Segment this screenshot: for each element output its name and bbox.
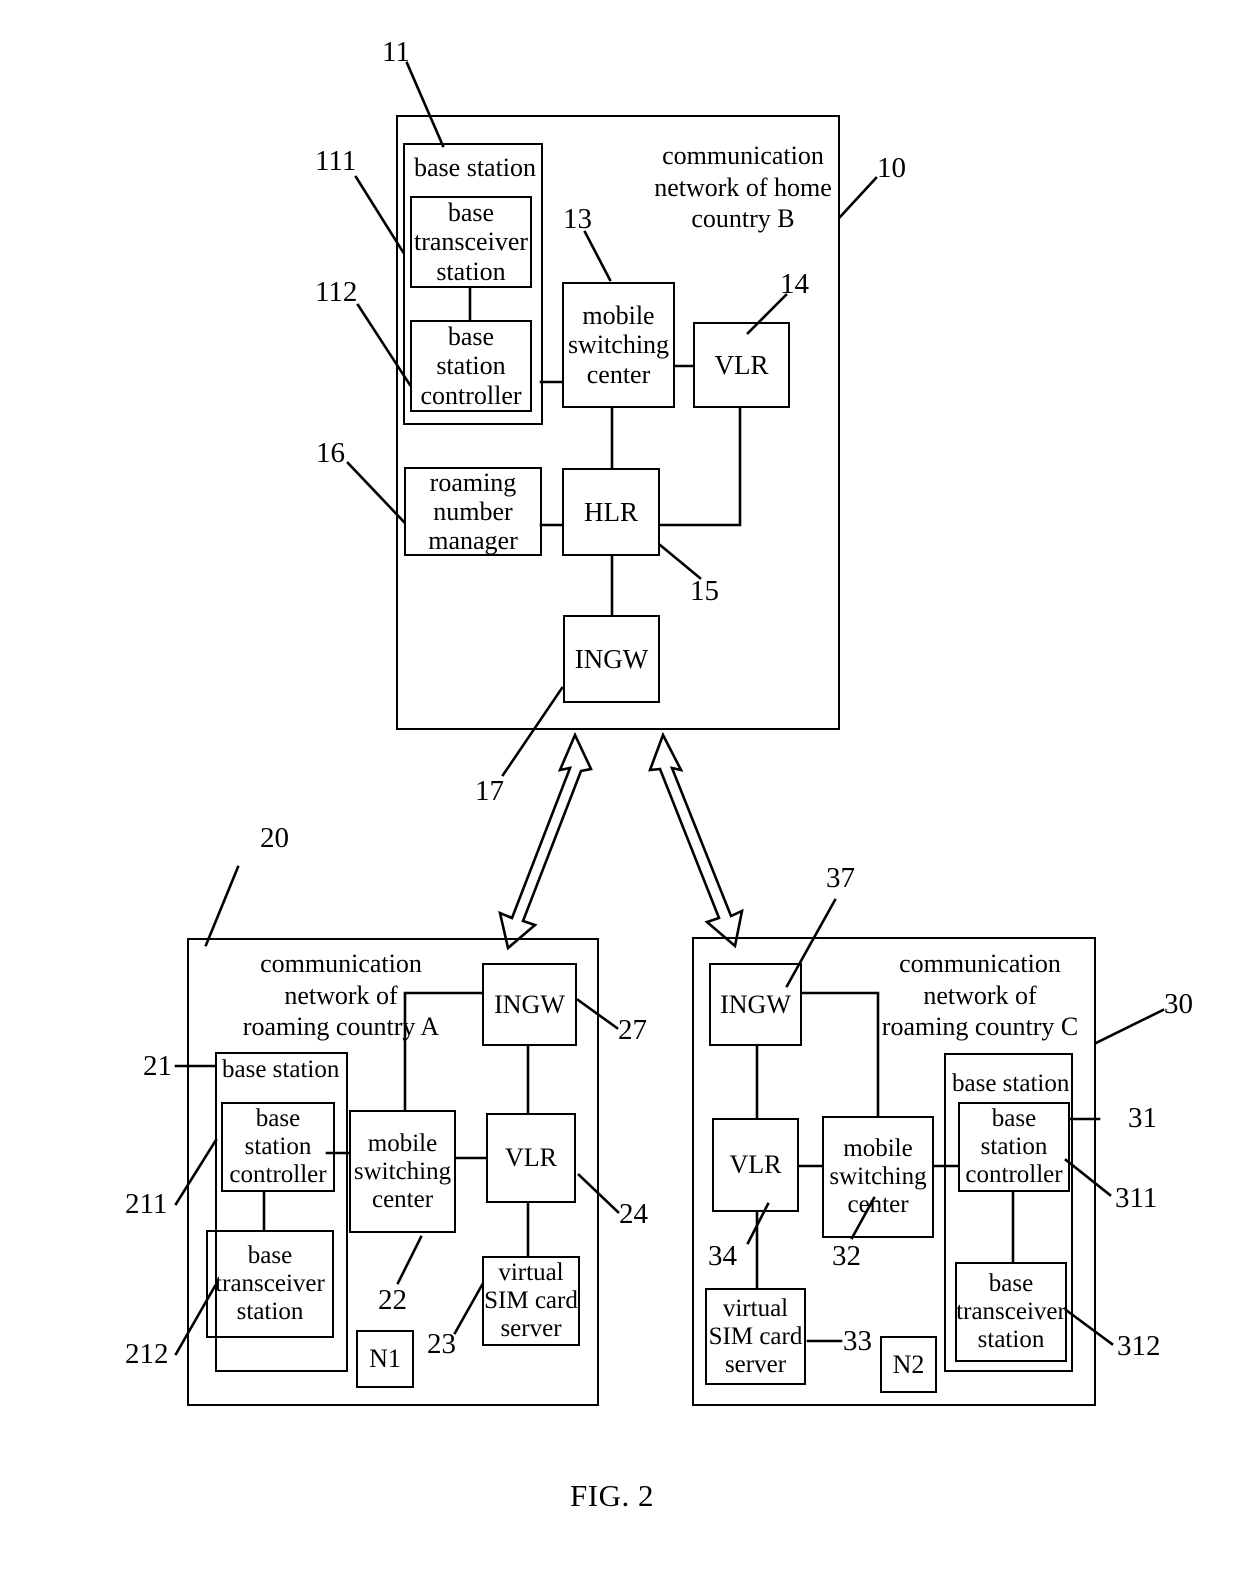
ref-212: 212 [125, 1338, 169, 1370]
c-node-box: N2 [880, 1336, 937, 1393]
home-bts-label: base transceiver station [413, 198, 529, 286]
home-bsc-box: base station controller [410, 320, 532, 412]
a-bts-box: base transceiver station [206, 1230, 334, 1338]
c-vlr-label: VLR [729, 1150, 782, 1180]
a-node-box: N1 [356, 1330, 414, 1388]
double-arrow-home-a [498, 731, 593, 951]
ref-22: 22 [378, 1284, 407, 1316]
home-hlr-box: HLR [562, 468, 660, 556]
home-msc-box: mobile switching center [562, 282, 675, 408]
c-node-label: N2 [892, 1349, 925, 1379]
a-node-label: N1 [369, 1344, 401, 1374]
ref-32: 32 [832, 1240, 861, 1272]
a-ingw-box: INGW [482, 963, 577, 1046]
c-msc-box: mobile switching center [822, 1116, 934, 1238]
home-ingw-box: INGW [563, 615, 660, 703]
double-arrow-home-c [648, 731, 744, 949]
a-bsc-box: base station controller [221, 1102, 335, 1192]
ref-211: 211 [125, 1188, 168, 1220]
leader-30 [1094, 1008, 1165, 1045]
c-vlr-box: VLR [712, 1118, 799, 1212]
ref-30: 30 [1164, 988, 1193, 1020]
ref-33: 33 [843, 1325, 872, 1357]
c-ingw-box: INGW [709, 963, 802, 1046]
a-bts-label: base transceiver station [215, 1242, 325, 1325]
ref-112: 112 [315, 276, 358, 308]
a-msc-box: mobile switching center [349, 1110, 456, 1233]
c-vsim-box: virtual SIM card server [705, 1288, 806, 1385]
a-base-station-label: base station [222, 1056, 340, 1083]
c-bts-box: base transceiver station [955, 1262, 1067, 1362]
a-vlr-label: VLR [505, 1143, 557, 1173]
ref-11: 11 [382, 36, 410, 68]
ref-13: 13 [563, 203, 592, 235]
ref-14: 14 [780, 268, 809, 300]
home-rnm-box: roaming number manager [404, 467, 542, 556]
home-base-station-label: base station [414, 153, 537, 182]
ref-15: 15 [690, 575, 719, 607]
ref-311: 311 [1115, 1182, 1158, 1214]
c-bsc-box: base station controller [958, 1102, 1070, 1192]
home-bsc-label: base station controller [420, 322, 522, 410]
ref-27: 27 [618, 1014, 647, 1046]
a-vlr-box: VLR [486, 1113, 576, 1203]
c-base-station-label: base station [952, 1070, 1070, 1097]
home-hlr-label: HLR [584, 496, 638, 527]
home-ingw-label: INGW [574, 643, 649, 674]
a-vsim-label: virtual SIM card server [484, 1259, 578, 1342]
network-a-title: communication network of roaming country… [242, 949, 440, 1042]
leader-20 [204, 865, 240, 947]
c-vsim-label: virtual SIM card server [708, 1294, 803, 1378]
ref-16: 16 [316, 437, 345, 469]
figure-canvas: communication network of home country B … [0, 0, 1240, 1575]
a-bsc-label: base station controller [229, 1105, 327, 1188]
ref-111: 111 [315, 145, 357, 177]
home-vlr-label: VLR [714, 349, 769, 380]
ref-34: 34 [708, 1240, 737, 1272]
ref-31: 31 [1128, 1102, 1157, 1134]
home-vlr-box: VLR [693, 322, 790, 408]
network-c-title: communication network of roaming country… [881, 949, 1079, 1042]
home-rnm-label: roaming number manager [428, 467, 518, 556]
ref-17: 17 [475, 775, 504, 807]
a-msc-label: mobile switching center [353, 1129, 452, 1213]
a-ingw-label: INGW [494, 989, 565, 1019]
ref-37: 37 [826, 862, 855, 894]
c-ingw-label: INGW [720, 989, 791, 1019]
network-home-title: communication network of home country B [654, 141, 832, 234]
ref-20: 20 [260, 822, 289, 854]
home-bts-box: base transceiver station [410, 196, 532, 288]
ref-24: 24 [619, 1198, 648, 1230]
c-bts-label: base transceiver station [956, 1270, 1066, 1353]
ref-10: 10 [877, 152, 906, 184]
ref-23: 23 [427, 1328, 456, 1360]
c-msc-label: mobile switching center [829, 1135, 927, 1218]
figure-caption: FIG. 2 [570, 1478, 654, 1513]
c-bsc-label: base station controller [965, 1105, 1063, 1188]
ref-21: 21 [143, 1050, 172, 1082]
ref-312: 312 [1117, 1330, 1161, 1362]
home-msc-label: mobile switching center [567, 301, 670, 389]
a-vsim-box: virtual SIM card server [482, 1256, 580, 1346]
